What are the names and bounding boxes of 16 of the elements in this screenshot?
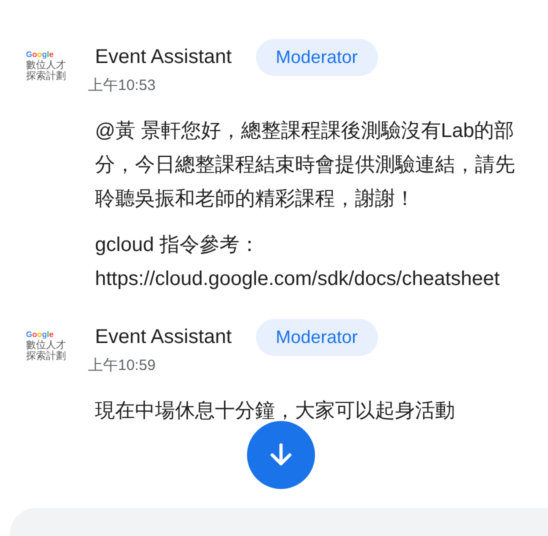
- timestamp: 上午10:53: [88, 76, 157, 96]
- logo: Google: [26, 330, 54, 340]
- avatar-text: 數位人才: [26, 340, 66, 351]
- moderator-badge: Moderator: [256, 318, 378, 356]
- avatar-text: 探索計劃: [26, 351, 66, 362]
- moderator-badge: Moderator: [256, 38, 378, 76]
- avatar-text: 數位人才: [26, 60, 66, 71]
- timestamp: 上午10:59: [88, 356, 157, 376]
- sender-name: Event Assistant: [95, 326, 232, 348]
- message-text: 現在中場休息十分鐘，大家可以起身活動: [95, 399, 456, 424]
- message-text: gcloud 指令參考：: [95, 233, 260, 258]
- url-text: https://cloud.google.com/sdk/docs/cheatsheet: [95, 267, 501, 292]
- sender-name: Event Assistant: [95, 46, 232, 68]
- logo: Google: [26, 50, 54, 60]
- message-text: @黃 景軒您好，總整課程課後測驗沒有Lab的部分，今日總整課程結束時會提供測驗連結，請先聆聽吳振和老師的精彩課程，謝謝！: [95, 119, 516, 212]
- avatar-text: 探索計劃: [26, 71, 66, 82]
